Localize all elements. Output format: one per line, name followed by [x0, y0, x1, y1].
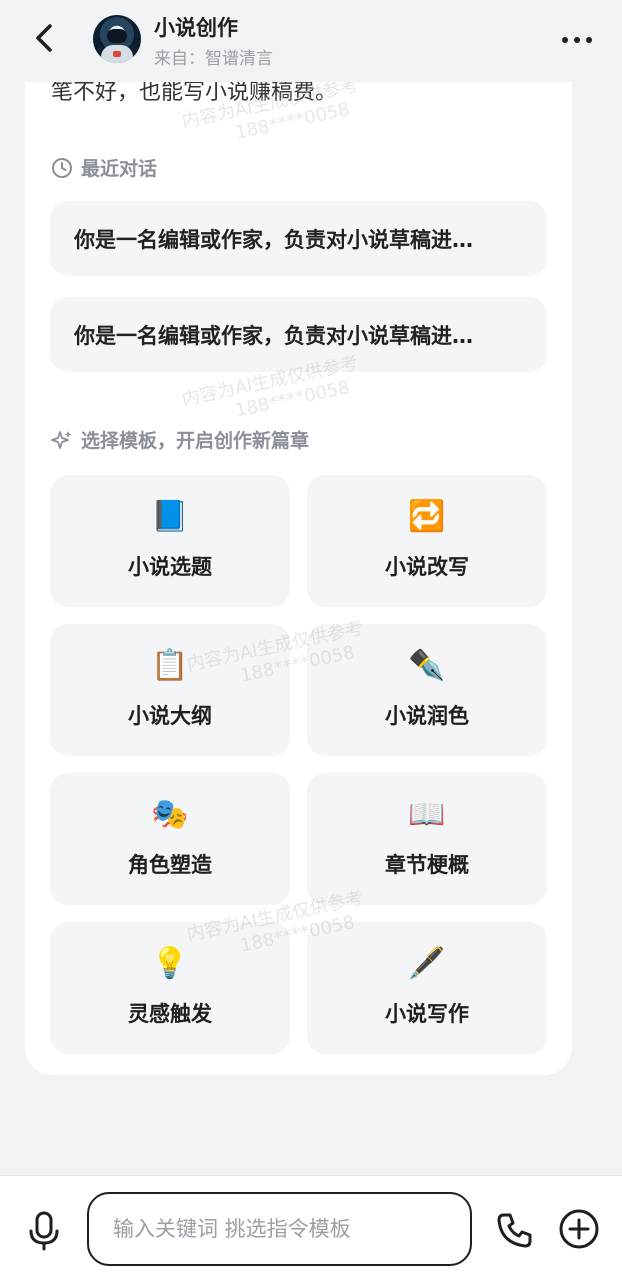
call-button[interactable]: [495, 1210, 535, 1250]
input-bar: [0, 1175, 622, 1280]
phone-icon: [497, 1213, 532, 1248]
recent-section-title: 最近对话: [81, 158, 158, 180]
keyword-input[interactable]: [87, 1192, 472, 1266]
template-label: 小说改写: [385, 555, 469, 579]
open-book-icon: 📖: [408, 797, 446, 832]
add-button[interactable]: [558, 1208, 600, 1250]
template-section-header: 选择模板，开启创作新篇章: [51, 426, 309, 453]
chat-header: 小说创作 来自：智谱清言: [0, 0, 622, 82]
astronaut-visor: [107, 29, 127, 43]
source-label: 来自：智谱清言: [154, 49, 273, 69]
blue-book-icon: 📘: [151, 499, 189, 534]
template-novel-writing[interactable]: 🖋️ 小说写作: [307, 922, 547, 1054]
microphone-icon: [29, 1211, 59, 1251]
astronaut-badge: [113, 51, 121, 57]
template-label: 小说选题: [128, 555, 212, 579]
template-label: 小说大纲: [128, 704, 212, 728]
more-button[interactable]: [558, 28, 598, 52]
template-label: 章节梗概: [385, 853, 469, 877]
template-character-building[interactable]: 🎭 角色塑造: [50, 773, 290, 905]
assistant-card: 笔不好，也能写小说赚稿费。 最近对话 你是一名编辑或作家，负责对小说草稿进… 你…: [25, 50, 572, 1075]
template-novel-outline[interactable]: 📋 小说大纲: [50, 624, 290, 756]
template-label: 角色塑造: [128, 853, 212, 877]
fountain-pen-icon: ✒️: [408, 648, 446, 683]
clock-icon: [52, 157, 72, 178]
clipboard-icon: 📋: [151, 648, 189, 683]
light-bulb-icon: 💡: [151, 946, 189, 981]
voice-button[interactable]: [24, 1209, 64, 1253]
template-section-title: 选择模板，开启创作新篇章: [81, 430, 310, 452]
template-novel-rewrite[interactable]: 🔁 小说改写: [307, 475, 547, 607]
page-title: 小说创作: [154, 16, 238, 40]
more-dots-icon: [562, 37, 592, 43]
template-chapter-summary[interactable]: 📖 章节梗概: [307, 773, 547, 905]
chevron-left-icon: [36, 24, 52, 52]
back-button[interactable]: [28, 18, 64, 58]
pen-icon: 🖋️: [408, 946, 446, 981]
recent-conversation-2[interactable]: 你是一名编辑或作家，负责对小说草稿进…: [50, 297, 547, 372]
recent-section-header: 最近对话: [51, 154, 157, 181]
template-novel-polish[interactable]: ✒️ 小说润色: [307, 624, 547, 756]
template-novel-topic[interactable]: 📘 小说选题: [50, 475, 290, 607]
repeat-icon: 🔁: [408, 499, 446, 534]
recent-conversation-1[interactable]: 你是一名编辑或作家，负责对小说草稿进…: [50, 201, 547, 276]
app-screen: 小说创作 来自：智谱清言 笔不好，也能写小说赚稿费。 最近对话 你是一名编辑或作…: [0, 0, 622, 1280]
template-label: 灵感触发: [128, 1002, 212, 1026]
avatar[interactable]: [93, 15, 141, 63]
plus-circle-icon: [559, 1209, 599, 1249]
template-label: 小说写作: [385, 1002, 469, 1026]
theater-masks-icon: 🎭: [151, 797, 189, 832]
template-inspiration[interactable]: 💡 灵感触发: [50, 922, 290, 1054]
sparkle-icon: [51, 430, 72, 449]
template-label: 小说润色: [385, 704, 469, 728]
